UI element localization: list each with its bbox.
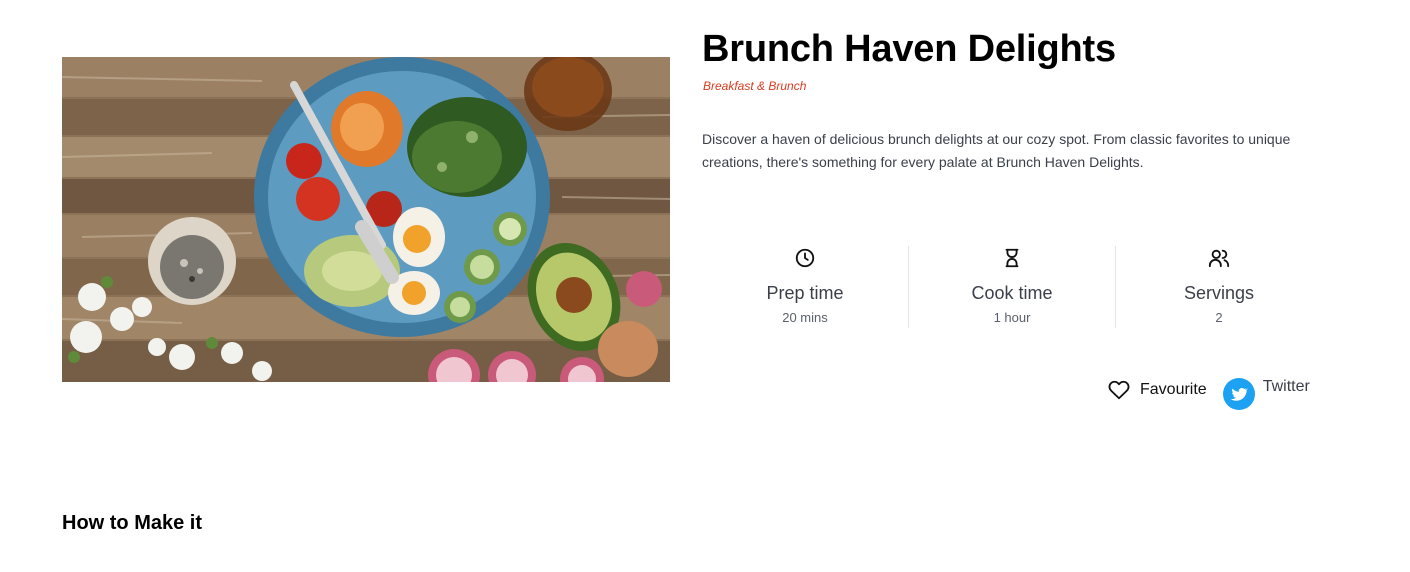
favourite-label: Favourite	[1140, 381, 1207, 398]
how-to-heading: How to Make it	[62, 512, 203, 534]
recipe-image	[62, 57, 670, 382]
twitter-label: Twitter	[1262, 378, 1310, 395]
stat-value: 1 hour	[993, 310, 1031, 325]
hourglass-icon	[1005, 248, 1019, 268]
clock-icon	[795, 248, 815, 268]
heart-icon	[1108, 380, 1130, 400]
stat-servings: Servings 2	[1116, 246, 1322, 328]
recipe-description: Discover a haven of delicious brunch del…	[702, 131, 1291, 170]
recipe-title: Brunch Haven Delights	[702, 28, 1116, 70]
favourite-button[interactable]: Favourite	[1108, 379, 1207, 401]
users-icon	[1208, 249, 1230, 268]
share-actions: Favourite Twitter	[1108, 370, 1310, 410]
stat-label: Cook time	[971, 283, 1053, 303]
stat-prep-time: Prep time 20 mins	[702, 246, 909, 328]
stat-label: Servings	[1183, 283, 1255, 303]
stat-cook-time: Cook time 1 hour	[909, 246, 1116, 328]
stat-value: 2	[1215, 310, 1223, 325]
stat-value: 20 mins	[782, 310, 828, 325]
stat-label: Prep time	[766, 283, 844, 303]
twitter-icon	[1222, 378, 1255, 410]
twitter-share-button[interactable]: Twitter	[1222, 370, 1310, 410]
recipe-stats: Prep time 20 mins Cook time 1 hour Servi…	[702, 246, 1322, 328]
category-link[interactable]: Breakfast & Brunch	[703, 79, 806, 93]
